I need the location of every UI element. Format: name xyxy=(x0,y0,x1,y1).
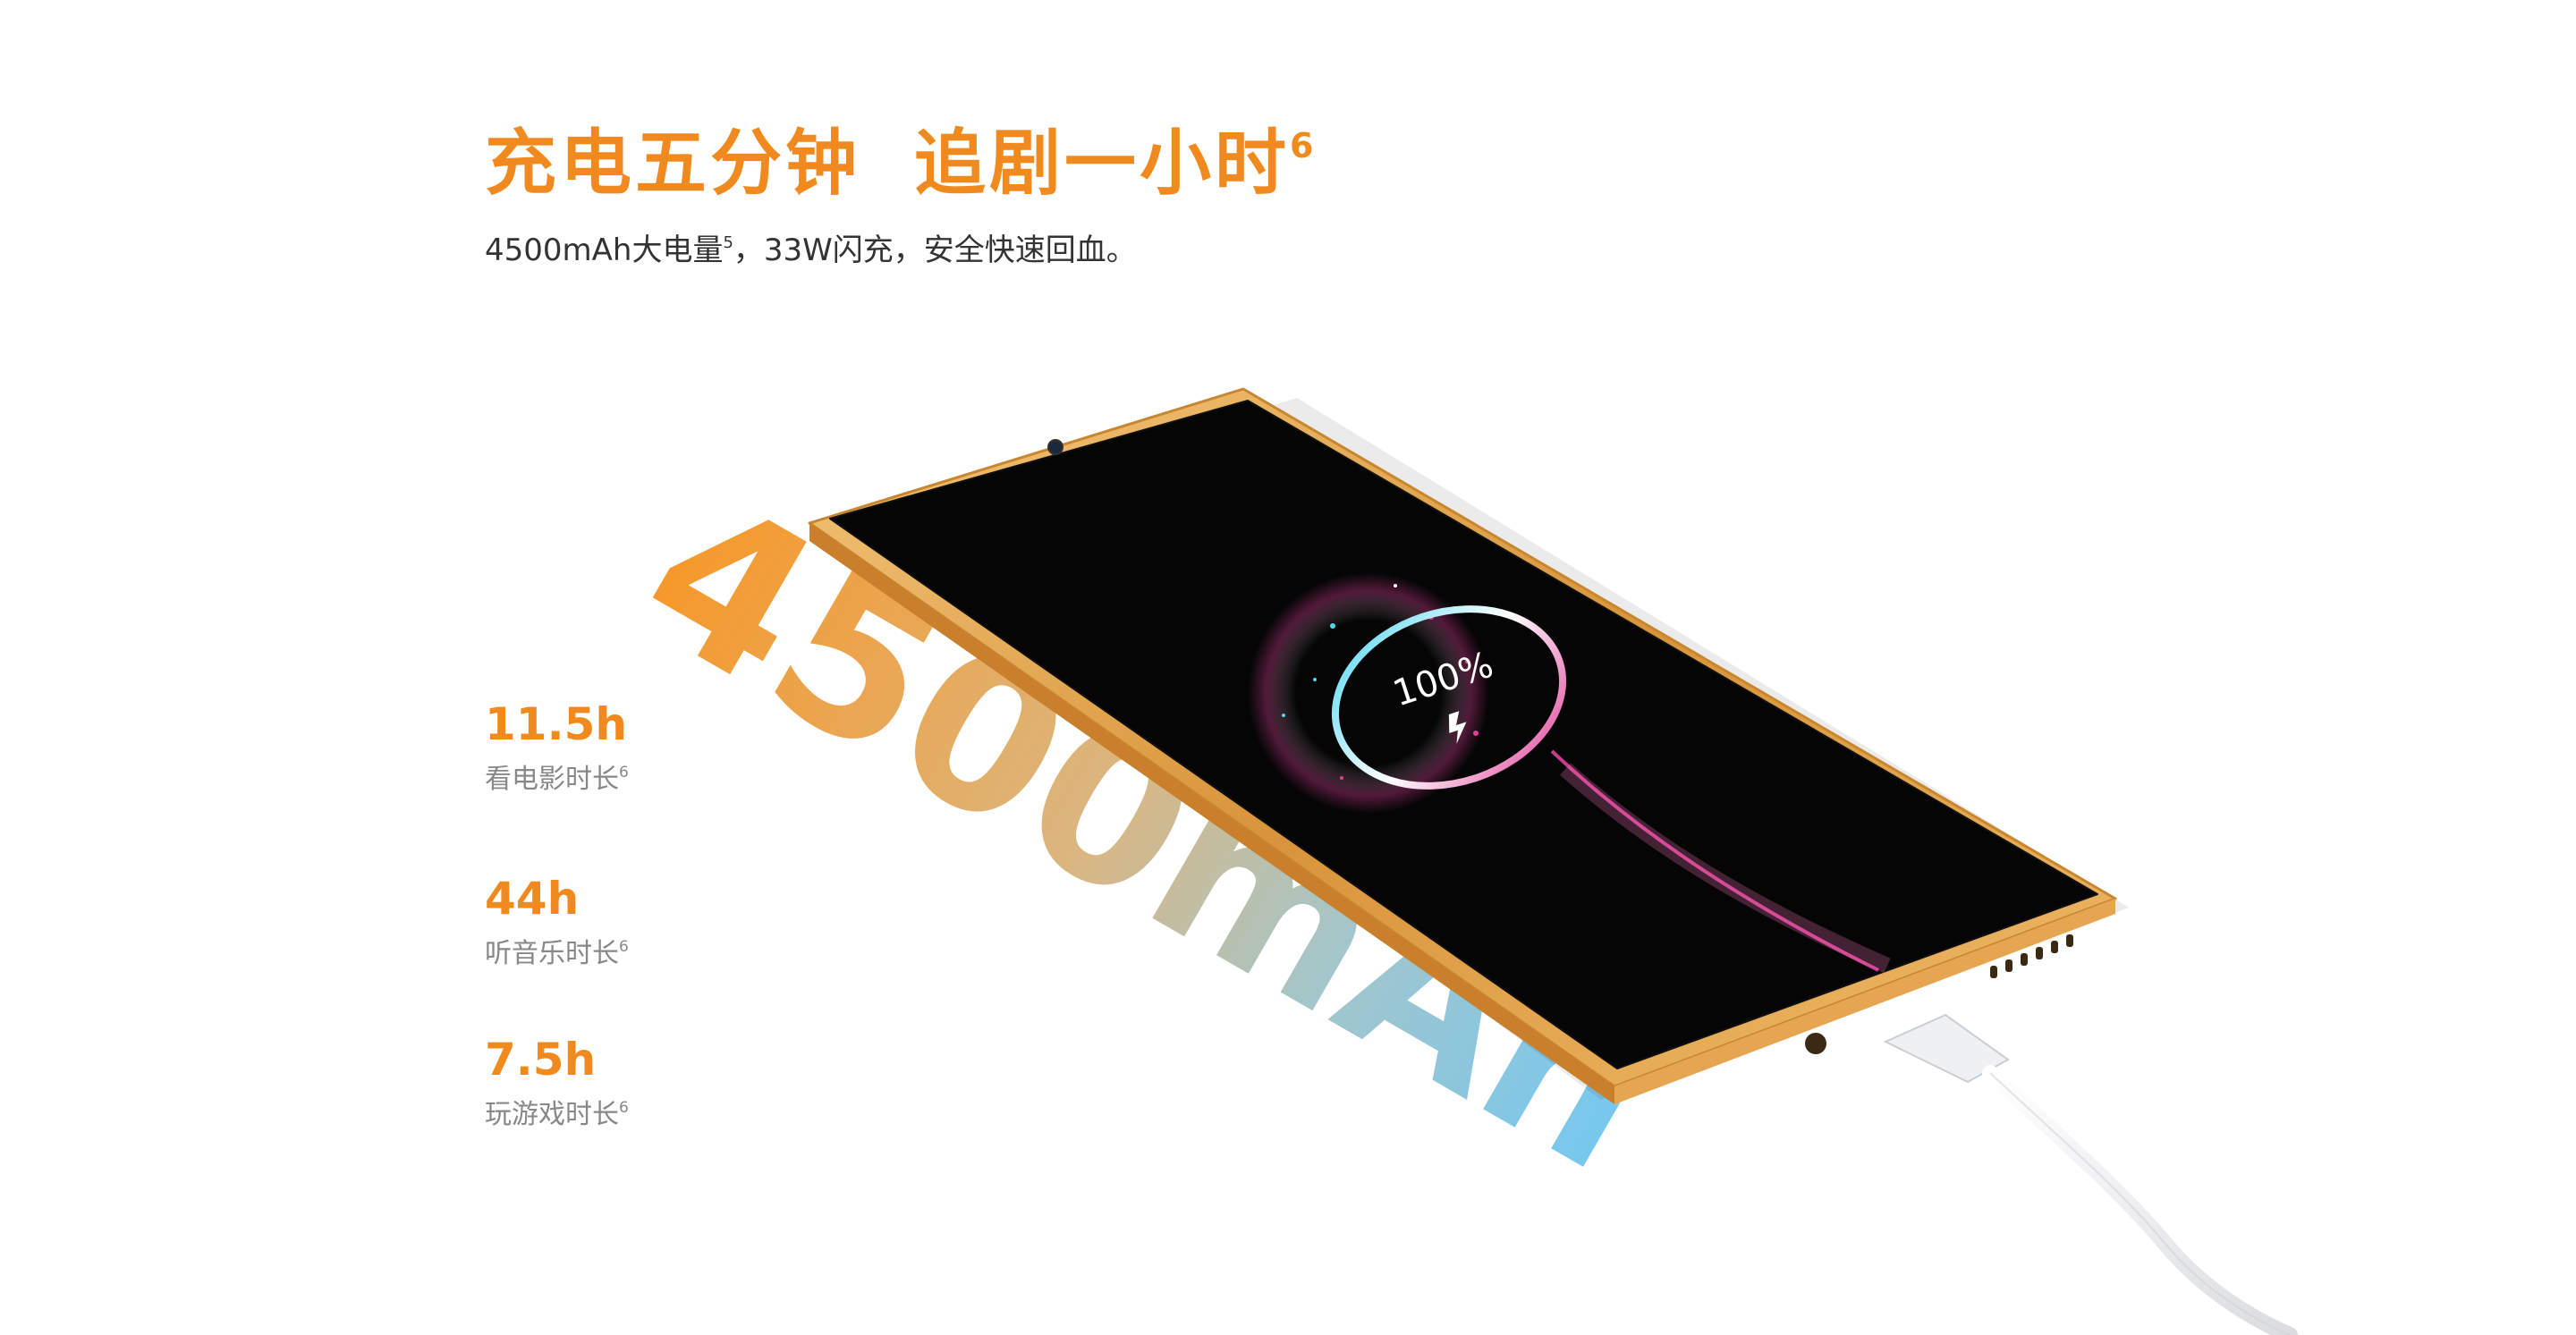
headphone-jack xyxy=(1805,1033,1826,1054)
front-camera-icon xyxy=(1047,439,1063,455)
phone-artwork: 4500mAh 100% xyxy=(606,387,2298,1335)
usb-c-cable xyxy=(1883,1013,2298,1335)
